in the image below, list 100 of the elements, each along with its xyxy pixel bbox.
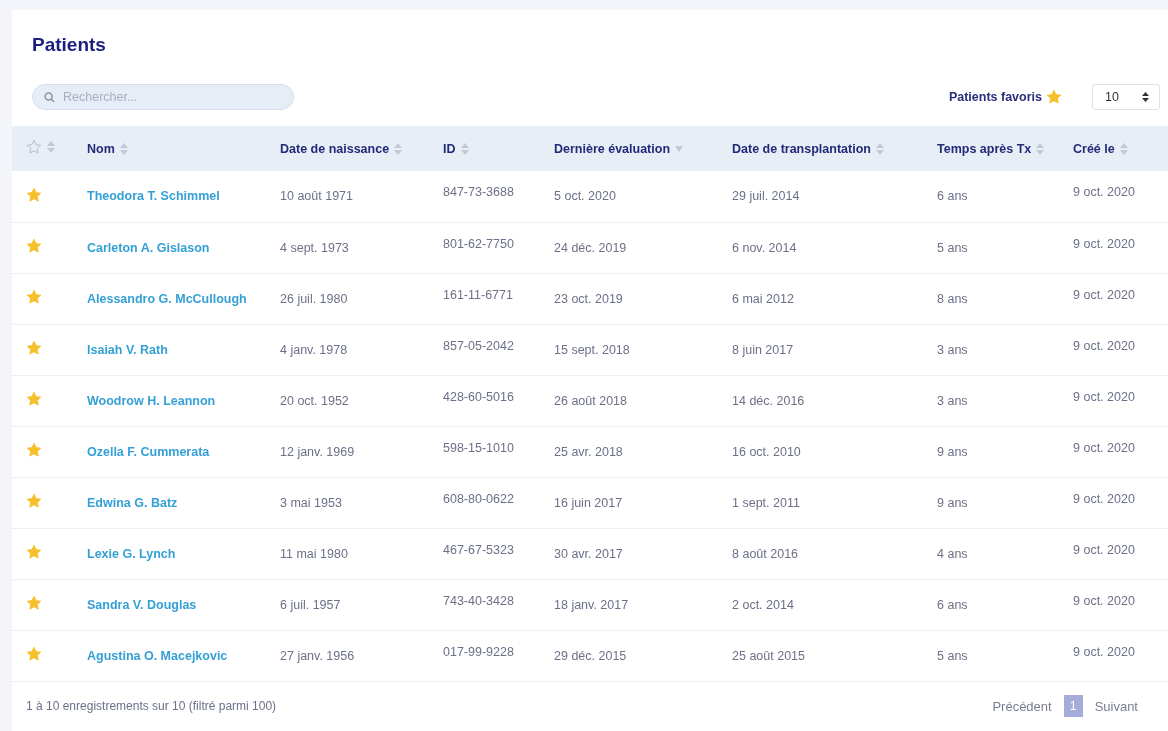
page-size-select[interactable]: 10 (1092, 84, 1160, 110)
star-icon[interactable] (26, 289, 42, 305)
table-cell: 9 oct. 2020 (1061, 630, 1168, 681)
patient-name-link[interactable]: Edwina G. Batz (75, 477, 268, 528)
table-cell: 9 oct. 2020 (1061, 273, 1168, 324)
table-cell: 9 ans (925, 426, 1061, 477)
page-button[interactable]: 1 (1063, 695, 1083, 718)
table-cell: 29 juil. 2014 (720, 171, 925, 222)
table-cell: 017-99-9228 (431, 630, 542, 681)
table-cell: 9 oct. 2020 (1061, 324, 1168, 375)
table-cell: 6 ans (925, 579, 1061, 630)
table-cell: 26 août 2018 (542, 375, 720, 426)
table-cell: 11 mai 1980 (268, 528, 431, 579)
column-header[interactable]: Créé le (1061, 126, 1168, 171)
table-cell: 9 oct. 2020 (1061, 222, 1168, 273)
table-cell: 847-73-3688 (431, 171, 542, 222)
table-cell: 6 juil. 1957 (268, 579, 431, 630)
sort-icon[interactable] (394, 142, 403, 155)
table-cell: 20 oct. 1952 (268, 375, 431, 426)
chevron-up-down-icon (1142, 92, 1149, 102)
search-icon (44, 92, 55, 103)
table-cell: 4 sept. 1973 (268, 222, 431, 273)
table-cell: 9 oct. 2020 (1061, 477, 1168, 528)
star-icon[interactable] (26, 391, 42, 407)
table-cell: 10 août 1971 (268, 171, 431, 222)
patient-name-link[interactable]: Alessandro G. McCullough (75, 273, 268, 324)
table-cell: 8 ans (925, 273, 1061, 324)
column-header[interactable]: Date de transplantation (720, 126, 925, 171)
table-cell: 14 déc. 2016 (720, 375, 925, 426)
records-info: 1 à 10 enregistrements sur 10 (filtré parmi 100) (26, 699, 277, 714)
sort-icon[interactable] (1036, 142, 1045, 155)
star-icon[interactable] (1046, 89, 1062, 105)
table-cell: 4 janv. 1978 (268, 324, 431, 375)
table-cell: 27 janv. 1956 (268, 630, 431, 681)
column-header[interactable]: Dernière évaluation (542, 126, 720, 171)
table-cell: 161-11-6771 (431, 273, 542, 324)
table-cell: 12 janv. 1969 (268, 426, 431, 477)
table-cell: 608-80-0622 (431, 477, 542, 528)
table-cell: 9 oct. 2020 (1061, 171, 1168, 222)
table-cell: 428-60-5016 (431, 375, 542, 426)
table-cell: 6 nov. 2014 (720, 222, 925, 273)
table-cell: 6 ans (925, 171, 1061, 222)
star-icon[interactable] (26, 238, 42, 254)
column-header[interactable] (12, 126, 75, 171)
patient-name-link[interactable]: Theodora T. Schimmel (75, 171, 268, 222)
star-icon[interactable] (26, 442, 42, 458)
star-icon[interactable] (26, 595, 42, 611)
table-cell: 24 déc. 2019 (542, 222, 720, 273)
table-cell: 801-62-7750 (431, 222, 542, 273)
table-cell: 743-40-3428 (431, 579, 542, 630)
star-icon[interactable] (26, 544, 42, 560)
next-button[interactable]: Suivant (1088, 694, 1144, 718)
table-cell: 9 oct. 2020 (1061, 426, 1168, 477)
sort-icon[interactable] (47, 141, 55, 153)
table-cell: 29 déc. 2015 (542, 630, 720, 681)
table-cell: 26 juil. 1980 (268, 273, 431, 324)
search-field[interactable]: Rechercher... (32, 84, 294, 110)
table-cell: 857-05-2042 (431, 324, 542, 375)
favorites-filter-button[interactable]: Patients favoris (948, 89, 1062, 105)
sort-icon[interactable] (1119, 142, 1128, 155)
table-cell: 598-15-1010 (431, 426, 542, 477)
patient-name-link[interactable]: Agustina O. Macejkovic (75, 630, 268, 681)
patient-name-link[interactable]: Sandra V. Douglas (75, 579, 268, 630)
star-icon[interactable] (26, 493, 42, 509)
patient-name-link[interactable]: Lexie G. Lynch (75, 528, 268, 579)
star-icon[interactable] (26, 340, 42, 356)
previous-button[interactable]: Précédent (986, 694, 1058, 718)
table-cell: 25 avr. 2018 (542, 426, 720, 477)
patient-name-link[interactable]: Carleton A. Gislason (75, 222, 268, 273)
column-header[interactable]: ID (431, 126, 542, 171)
table-cell: 15 sept. 2018 (542, 324, 720, 375)
patient-name-link[interactable]: Isaiah V. Rath (75, 324, 268, 375)
column-header[interactable]: Date de naissance (268, 126, 431, 171)
sort-icon[interactable] (460, 142, 469, 155)
table-cell: 8 août 2016 (720, 528, 925, 579)
table-cell: 9 ans (925, 477, 1061, 528)
sort-icon[interactable] (875, 142, 884, 155)
column-header[interactable]: Nom (75, 126, 268, 171)
table-cell: 9 oct. 2020 (1061, 528, 1168, 579)
table-cell: 3 ans (925, 324, 1061, 375)
table-cell: 5 ans (925, 630, 1061, 681)
star-icon[interactable] (26, 186, 42, 203)
column-header[interactable]: Temps après Tx (925, 126, 1061, 171)
table-cell: 9 oct. 2020 (1061, 579, 1168, 630)
table-cell: 3 mai 1953 (268, 477, 431, 528)
star-icon[interactable] (26, 646, 42, 662)
table-cell: 5 ans (925, 222, 1061, 273)
table-cell: 3 ans (925, 375, 1061, 426)
table-cell: 18 janv. 2017 (542, 579, 720, 630)
sort-down-icon[interactable] (675, 145, 683, 152)
patient-name-link[interactable]: Ozella F. Cummerata (75, 426, 268, 477)
table-cell: 23 oct. 2019 (542, 273, 720, 324)
patient-name-link[interactable]: Woodrow H. Leannon (75, 375, 268, 426)
star-outline-icon[interactable] (26, 139, 42, 155)
page-title: Patients (31, 33, 107, 56)
sort-icon[interactable] (119, 142, 128, 155)
table-cell: 6 mai 2012 (720, 273, 925, 324)
table-cell: 1 sept. 2011 (720, 477, 925, 528)
table-cell: 16 juin 2017 (542, 477, 720, 528)
table-cell: 2 oct. 2014 (720, 579, 925, 630)
